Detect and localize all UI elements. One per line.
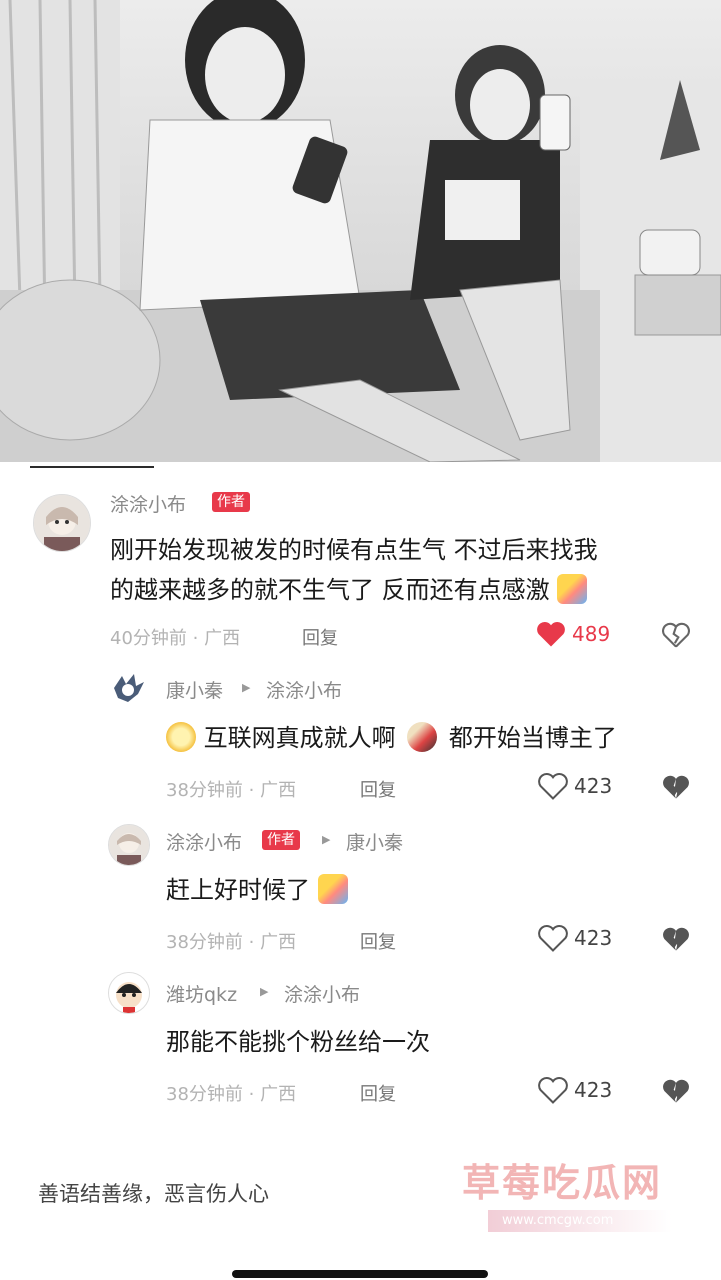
- heart-outline-icon: [538, 925, 568, 952]
- comment-text-line1: 刚开始发现被发的时候有点生气 不过后来找我: [110, 536, 598, 564]
- comment-text-b: 都开始当博主了: [448, 724, 617, 752]
- comment-text-line2-wrap: 的越来越多的就不生气了 反而还有点感激: [110, 570, 588, 610]
- comment-time-location: 38分钟前 · 广西: [166, 780, 297, 801]
- avatar[interactable]: [108, 972, 150, 1014]
- comment-text-wrap: 赶上好时候了: [166, 870, 348, 910]
- blush-emoji-icon: [317, 874, 348, 904]
- blush-emoji-icon: [557, 574, 588, 604]
- reply-target[interactable]: 涂涂小布: [284, 980, 360, 1007]
- image-indicator: [30, 466, 154, 468]
- dislike-button[interactable]: [662, 926, 690, 956]
- heart-filled-icon: [537, 621, 565, 647]
- home-indicator: [232, 1270, 488, 1278]
- dislike-button[interactable]: [662, 622, 690, 652]
- heart-outline-icon: [538, 1077, 568, 1104]
- like-count: 423: [574, 774, 613, 798]
- comment-text-line2: 的越来越多的就不生气了 反而还有点感激: [110, 576, 550, 604]
- comment-text-wrap: 互联网真成就人啊 都开始当博主了: [166, 718, 617, 758]
- broken-heart-icon: [663, 927, 689, 951]
- comment-text: 那能不能挑个粉丝给一次: [166, 1028, 430, 1056]
- like-button[interactable]: 423: [538, 1076, 612, 1104]
- heart-outline-icon: [538, 773, 568, 800]
- surprised-emoji-icon: [166, 722, 196, 752]
- like-button[interactable]: 423: [538, 772, 612, 800]
- sketch-illustration: [0, 0, 721, 462]
- reply-arrow-icon: ▶: [260, 985, 269, 998]
- watermark-title: 草莓吃瓜网: [462, 1161, 663, 1205]
- comment-text-a: 互联网真成就人啊: [203, 724, 396, 752]
- like-count: 423: [574, 1078, 613, 1102]
- reply-button[interactable]: 回复: [360, 776, 396, 802]
- reply-arrow-icon: ▶: [242, 681, 251, 694]
- reply-button[interactable]: 回复: [360, 1080, 396, 1106]
- post-image[interactable]: [0, 0, 721, 462]
- comment-time-location: 40分钟前 · 广西: [110, 628, 241, 649]
- avatar[interactable]: [108, 824, 150, 866]
- rooster-emoji-icon: [407, 722, 438, 752]
- reply-target[interactable]: 康小秦: [346, 828, 403, 855]
- watermark-url: www.cmcgw.com: [488, 1210, 672, 1232]
- broken-heart-icon: [662, 622, 690, 648]
- dislike-button[interactable]: [662, 1078, 690, 1108]
- like-button[interactable]: 423: [538, 924, 612, 952]
- comment-author[interactable]: 康小秦: [166, 676, 223, 703]
- comment-time-location: 38分钟前 · 广西: [166, 932, 297, 953]
- author-badge: 作者: [212, 492, 250, 512]
- footer-hint-input[interactable]: 善语结善缘，恶言伤人心: [38, 1178, 269, 1208]
- broken-heart-icon: [663, 1079, 689, 1103]
- avatar[interactable]: [108, 668, 148, 708]
- comment-time-location: 38分钟前 · 广西: [166, 1084, 297, 1105]
- avatar[interactable]: [33, 494, 91, 552]
- dislike-button[interactable]: [662, 774, 690, 804]
- reply-target[interactable]: 涂涂小布: [266, 676, 342, 703]
- reply-button[interactable]: 回复: [360, 928, 396, 954]
- comment-author[interactable]: 潍坊qkz: [166, 980, 237, 1007]
- reply-button[interactable]: 回复: [302, 624, 338, 650]
- like-count: 423: [574, 926, 613, 950]
- comment-author[interactable]: 涂涂小布: [166, 828, 242, 855]
- broken-heart-icon: [663, 775, 689, 799]
- comment-text: 赶上好时候了: [166, 876, 310, 904]
- like-count: 489: [572, 622, 611, 646]
- like-button[interactable]: 489: [536, 620, 610, 648]
- comment-author[interactable]: 涂涂小布: [110, 490, 186, 517]
- author-badge: 作者: [262, 830, 300, 850]
- reply-arrow-icon: ▶: [322, 833, 331, 846]
